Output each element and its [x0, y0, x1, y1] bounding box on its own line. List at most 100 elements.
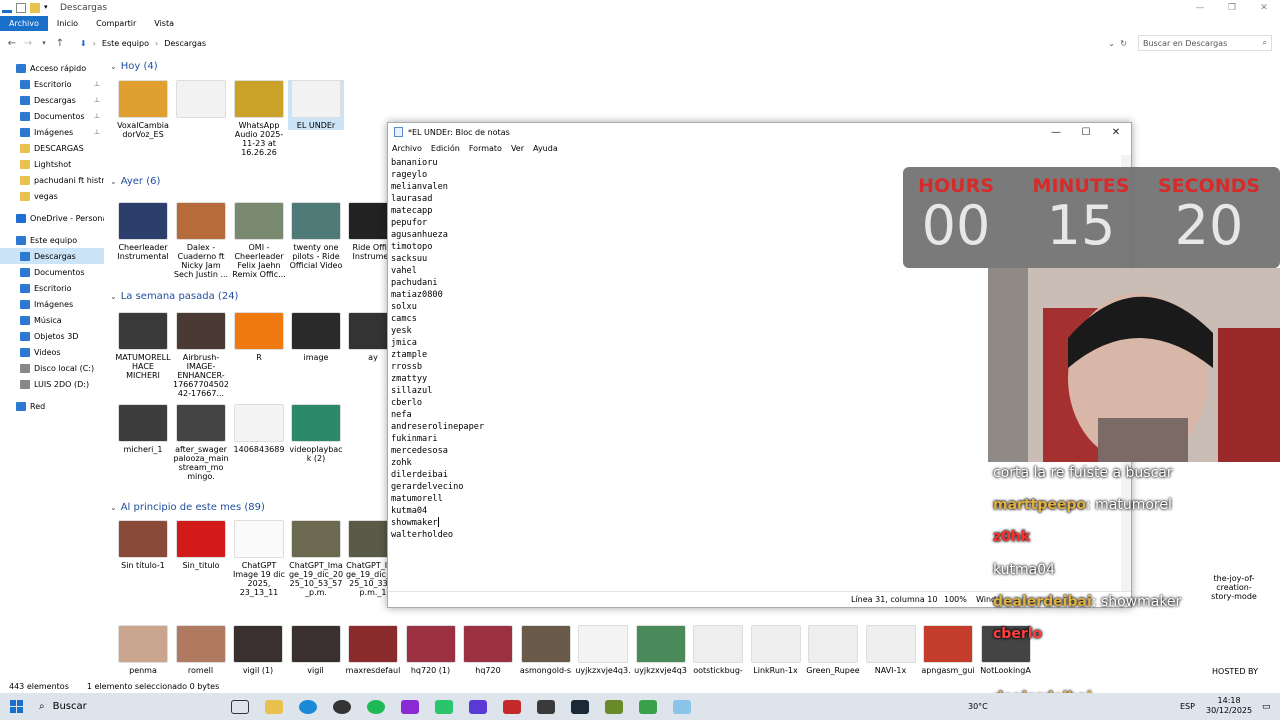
notepad-close-button[interactable]: ✕: [1101, 123, 1131, 141]
sidebar-item-7[interactable]: pachudani ft histroi: [0, 172, 104, 188]
sidebar-item-17[interactable]: Videos: [0, 344, 104, 360]
file-item[interactable]: VoxalCambiadorVoz_ES: [115, 80, 171, 139]
chevron-down-icon[interactable]: ⌄: [110, 177, 117, 186]
sidebar-item-2[interactable]: Descargas ⊥: [0, 92, 104, 108]
notifications-icon[interactable]: ▭: [1262, 702, 1271, 712]
weather-temp[interactable]: 30°C: [968, 702, 988, 711]
edge-icon[interactable]: [299, 699, 317, 714]
steam-icon[interactable]: [571, 699, 589, 714]
chevron-down-icon[interactable]: ⌄: [110, 62, 117, 71]
file-item[interactable]: videoplayback (2): [288, 404, 344, 463]
sidebar-item-14[interactable]: Imágenes: [0, 296, 104, 312]
file-item[interactable]: R: [231, 312, 287, 362]
file-item[interactable]: vigil: [288, 625, 344, 675]
chevron-down-icon[interactable]: ⌄: [110, 503, 117, 512]
file-item[interactable]: MATUMORELL HACE MICHERI: [115, 312, 171, 380]
sidebar-item-15[interactable]: Música: [0, 312, 104, 328]
group-header[interactable]: ⌄ La semana pasada (24): [110, 291, 238, 302]
file-item[interactable]: ChatGPT Image 19 dic 2025, 23_13_11: [231, 520, 287, 597]
file-item[interactable]: WhatsApp Audio 2025-11-23 at 16.26.26: [231, 80, 287, 157]
app-icon[interactable]: [435, 699, 453, 714]
back-icon[interactable]: ←: [4, 38, 20, 49]
obs-icon[interactable]: [333, 699, 351, 714]
sidebar-item-11[interactable]: Descargas: [0, 248, 104, 264]
forward-icon[interactable]: →: [20, 38, 36, 49]
sidebar-item-0[interactable]: Acceso rápido: [0, 60, 104, 76]
file-item[interactable]: OMI - Cheerleader Felix Jaehn Remix Offi…: [231, 202, 287, 279]
notepad-maximize-button[interactable]: ☐: [1071, 123, 1101, 141]
menu-archivo[interactable]: Archivo: [392, 144, 422, 153]
file-item[interactable]: apngasm_gui: [920, 625, 976, 675]
sidebar-item-1[interactable]: Escritorio ⊥: [0, 76, 104, 92]
sidebar-item-16[interactable]: Objetos 3D: [0, 328, 104, 344]
file-item[interactable]: micheri_1: [115, 404, 171, 454]
file-item[interactable]: Sin título-1: [115, 520, 171, 570]
group-header[interactable]: ⌄ Al principio de este mes (89): [110, 502, 265, 513]
language-indicator[interactable]: ESP: [1180, 702, 1195, 711]
tab-compartir[interactable]: Compartir: [87, 16, 145, 31]
group-header[interactable]: ⌄ Hoy (4): [110, 61, 158, 72]
chevron-down-icon[interactable]: ▾: [44, 3, 50, 13]
app-icon[interactable]: [537, 699, 555, 714]
properties-icon[interactable]: [16, 3, 26, 13]
sidebar-item-19[interactable]: LUIS 2DO (D:): [0, 376, 104, 392]
file-item[interactable]: 1406843689: [231, 404, 287, 454]
file-explorer-icon[interactable]: [265, 699, 283, 714]
search-input[interactable]: Buscar en Descargas ⌕: [1138, 35, 1272, 51]
file-item[interactable]: penma: [115, 625, 171, 675]
sidebar-item-8[interactable]: vegas: [0, 188, 104, 204]
file-item[interactable]: Sin_titulo: [173, 520, 229, 570]
breadcrumb-este-equipo[interactable]: Este equipo: [102, 39, 149, 48]
tab-inicio[interactable]: Inicio: [48, 16, 87, 31]
app-icon[interactable]: [401, 699, 419, 714]
taskbar-search[interactable]: ⌕ Buscar: [33, 693, 223, 720]
up-icon[interactable]: ↑: [52, 38, 68, 49]
breadcrumb-descargas[interactable]: Descargas: [164, 39, 206, 48]
file-item[interactable]: hq720: [460, 625, 516, 675]
app-icon[interactable]: [469, 699, 487, 714]
recent-chevron-icon[interactable]: ▾: [36, 39, 52, 47]
sidebar-item-12[interactable]: Documentos: [0, 264, 104, 280]
sidebar-item-13[interactable]: Escritorio: [0, 280, 104, 296]
close-button[interactable]: ✕: [1248, 0, 1280, 16]
file-item[interactable]: romell: [173, 625, 229, 675]
file-item[interactable]: Dalex - Cuaderno ft Nicky Jam Sech Justi…: [173, 202, 229, 279]
file-item[interactable]: image: [288, 312, 344, 362]
app-icon[interactable]: [605, 699, 623, 714]
menu-edicion[interactable]: Edición: [431, 144, 460, 153]
maximize-button[interactable]: ❐: [1216, 0, 1248, 16]
address-box[interactable]: ⬇ › Este equipo › Descargas ⌄ ↻: [75, 35, 1130, 51]
sidebar-item-20[interactable]: Red: [0, 398, 104, 414]
history-chevron-icon[interactable]: ⌄: [1108, 39, 1115, 48]
file-item[interactable]: Cheerleader Instrumental: [115, 202, 171, 261]
file-item[interactable]: Airbrush-IMAGE-ENHANCER-1766770450242-17…: [173, 312, 229, 398]
menu-ayuda[interactable]: Ayuda: [533, 144, 558, 153]
refresh-icon[interactable]: ↻: [1120, 39, 1127, 48]
file-item[interactable]: twenty one pilots - Ride Official Video: [288, 202, 344, 270]
sidebar-item-4[interactable]: Imágenes ⊥: [0, 124, 104, 140]
app-icon[interactable]: [639, 699, 657, 714]
file-item[interactable]: uyjkzxvje4q3: [633, 625, 689, 675]
download-icon[interactable]: [2, 3, 12, 13]
menu-formato[interactable]: Formato: [469, 144, 502, 153]
file-item[interactable]: after_swager palooza_main stream_mo ming…: [173, 404, 229, 481]
chevron-down-icon[interactable]: ⌄: [110, 292, 117, 301]
group-header[interactable]: ⌄ Ayer (6): [110, 176, 160, 187]
file-item[interactable]: vigil (1): [230, 625, 286, 675]
file-item[interactable]: LinkRun-1x: [748, 625, 804, 675]
file-item[interactable]: NAVI-1x: [863, 625, 919, 675]
file-item[interactable]: Green_Rupee: [805, 625, 861, 675]
sidebar-item-3[interactable]: Documentos ⊥: [0, 108, 104, 124]
sidebar-item-18[interactable]: Disco local (C:): [0, 360, 104, 376]
file-item[interactable]: hq720 (1): [403, 625, 459, 675]
app-icon[interactable]: [503, 699, 521, 714]
task-view-icon[interactable]: [231, 699, 249, 714]
file-item[interactable]: EL UNDEr: [288, 80, 344, 130]
sidebar-item-9[interactable]: OneDrive - Personal: [0, 210, 104, 226]
notepad-minimize-button[interactable]: —: [1041, 123, 1071, 141]
minimize-button[interactable]: —: [1184, 0, 1216, 16]
file-item[interactable]: asmongold-s: [518, 625, 574, 675]
tab-vista[interactable]: Vista: [145, 16, 183, 31]
tab-archivo[interactable]: Archivo: [0, 16, 48, 31]
clock[interactable]: 14:18 30/12/2025: [1206, 696, 1252, 716]
